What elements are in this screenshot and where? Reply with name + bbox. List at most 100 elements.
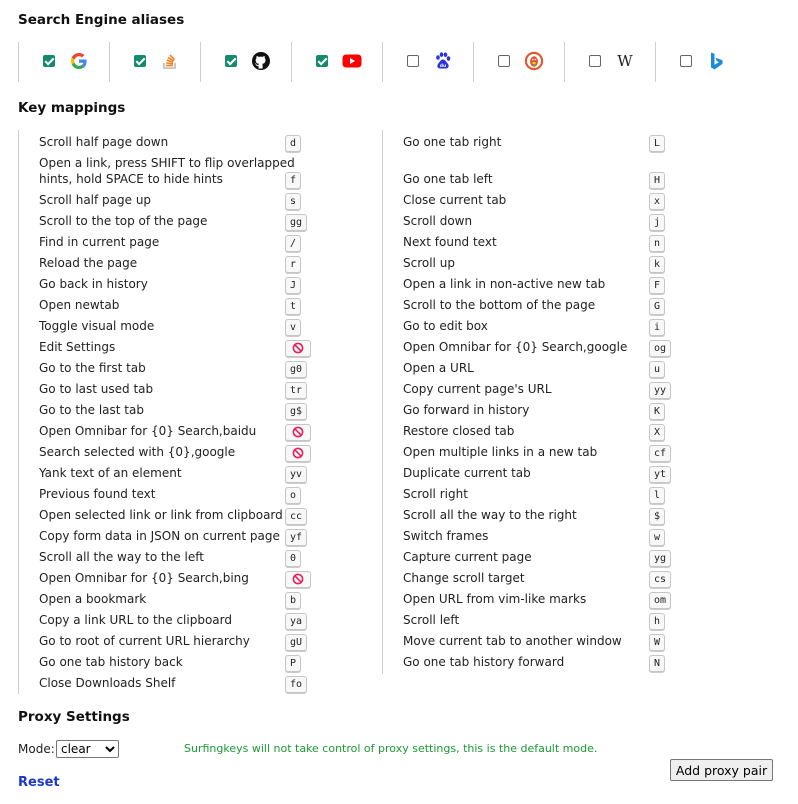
key-mapping-key[interactable]: N — [649, 655, 666, 672]
key-mapping-key[interactable]: s — [285, 193, 302, 210]
key-mapping-key[interactable]: f — [285, 172, 302, 189]
key-mapping-key[interactable]: H — [649, 172, 666, 189]
search-engine-stackoverflow-checkbox[interactable] — [134, 55, 146, 67]
unmapped-key-ban-icon[interactable] — [285, 340, 311, 357]
key-mapping-key[interactable]: l — [649, 487, 666, 504]
key-mapping-row: Go forward in history K — [383, 402, 683, 423]
key-mapping-key[interactable]: fo — [285, 676, 308, 693]
key-mapping-key[interactable]: F — [649, 277, 666, 294]
search-engine-duckduckgo — [473, 42, 564, 82]
key-mapping-row: Find in current page / — [19, 234, 309, 255]
key-mapping-key[interactable]: / — [285, 235, 302, 252]
key-mapping-key[interactable]: w — [649, 529, 666, 546]
key-mapping-key[interactable]: J — [285, 277, 302, 294]
search-engine-baidu-checkbox[interactable] — [407, 55, 419, 67]
search-engine-bing-checkbox[interactable] — [680, 55, 692, 67]
key-mapping-label: Open newtab — [39, 298, 120, 312]
key-mapping-label: Switch frames — [403, 529, 489, 543]
key-mapping-key[interactable]: v — [285, 319, 302, 336]
key-mapping-label: Open multiple links in a new tab — [403, 445, 598, 459]
key-mapping-key[interactable]: j — [649, 214, 666, 231]
key-mapping-label: Previous found text — [39, 487, 156, 501]
key-mapping-key[interactable]: G — [649, 298, 666, 315]
key-mapping-key[interactable]: om — [649, 592, 672, 609]
key-mapping-key[interactable]: yv — [285, 466, 308, 483]
key-mapping-key[interactable]: yt — [649, 466, 672, 483]
key-mapping-row: Scroll left h — [383, 612, 683, 633]
key-mapping-key[interactable]: ya — [285, 613, 308, 630]
key-mapping-row: Search selected with {0},google — [19, 444, 311, 465]
key-mapping-key[interactable]: tr — [285, 382, 308, 399]
key-mapping-label: Go back in history — [39, 277, 148, 291]
key-mapping-label: Copy a link URL to the clipboard — [39, 613, 232, 627]
key-mapping-label: Scroll all the way to the right — [403, 508, 577, 522]
key-mapping-key[interactable]: gU — [285, 634, 308, 651]
key-mapping-row: Open multiple links in a new tab cf — [383, 444, 683, 465]
reset-link[interactable]: Reset — [18, 775, 60, 790]
key-mapping-key[interactable]: K — [649, 403, 666, 420]
key-mapping-label: Close Downloads Shelf — [39, 676, 176, 690]
key-mapping-key[interactable]: cs — [649, 571, 672, 588]
key-mapping-row: Close current tab x — [383, 192, 683, 213]
unmapped-key-ban-icon[interactable] — [285, 571, 311, 588]
key-mapping-key[interactable]: yg — [649, 550, 672, 567]
key-mapping-label: Open Omnibar for {0} Search,google — [403, 340, 628, 354]
add-proxy-pair-button[interactable]: Add proxy pair — [670, 759, 773, 781]
key-mapping-key[interactable]: yf — [285, 529, 308, 546]
key-mapping-key[interactable]: x — [649, 193, 666, 210]
key-mapping-label: Copy current page's URL — [403, 382, 552, 396]
key-mapping-label: Scroll left — [403, 613, 460, 627]
key-mapping-key[interactable]: og — [649, 340, 672, 357]
duckduckgo-icon — [524, 51, 544, 71]
search-engine-github-checkbox[interactable] — [225, 55, 237, 67]
key-mapping-row: Duplicate current tab yt — [383, 465, 683, 486]
key-mapping-row: Previous found text o — [19, 486, 309, 507]
key-mapping-key[interactable]: cc — [285, 508, 308, 525]
key-mapping-label: Move current tab to another window — [403, 634, 622, 648]
search-engine-google-checkbox[interactable] — [43, 55, 55, 67]
key-mapping-key[interactable]: u — [649, 361, 666, 378]
key-mapping-key[interactable]: L — [649, 135, 666, 152]
search-engine-wikipedia-checkbox[interactable] — [589, 55, 601, 67]
key-mapping-key[interactable]: n — [649, 235, 666, 252]
key-mapping-label: Go one tab left — [403, 172, 493, 186]
key-mapping-row: Scroll all the way to the left 0 — [19, 549, 309, 570]
search-engine-youtube-checkbox[interactable] — [316, 55, 328, 67]
key-mapping-key[interactable]: i — [649, 319, 666, 336]
key-mapping-key[interactable]: $ — [649, 508, 666, 525]
key-mapping-label: Open a URL — [403, 361, 474, 375]
key-mapping-key[interactable]: d — [285, 135, 302, 152]
key-mapping-label: Go one tab history back — [39, 655, 183, 669]
key-mapping-row: Go one tab right L — [383, 134, 683, 155]
key-mapping-key[interactable]: t — [285, 298, 302, 315]
key-mapping-row: Scroll all the way to the right $ — [383, 507, 683, 528]
key-mapping-row: Go to root of current URL hierarchy gU — [19, 633, 309, 654]
key-mapping-key[interactable]: h — [649, 613, 666, 630]
key-mapping-key[interactable]: X — [649, 424, 666, 441]
key-mapping-key[interactable]: g0 — [285, 361, 308, 378]
search-engine-github — [200, 42, 291, 82]
search-engine-duckduckgo-checkbox[interactable] — [498, 55, 510, 67]
key-mapping-key[interactable]: k — [649, 256, 666, 273]
key-mapping-key[interactable]: g$ — [285, 403, 308, 420]
key-mapping-label: Search selected with {0},google — [39, 445, 236, 459]
key-mapping-row: Capture current page yg — [383, 549, 683, 570]
key-mapping-label: Scroll all the way to the left — [39, 550, 204, 564]
key-mapping-key[interactable]: 0 — [285, 550, 302, 567]
unmapped-key-ban-icon[interactable] — [285, 445, 311, 462]
key-mapping-key[interactable]: yy — [649, 382, 672, 399]
unmapped-key-ban-icon[interactable] — [285, 424, 311, 441]
key-mapping-key[interactable]: W — [649, 634, 666, 651]
key-mapping-key[interactable]: b — [285, 592, 302, 609]
key-mapping-key[interactable]: o — [285, 487, 302, 504]
key-mapping-key[interactable]: gg — [285, 214, 308, 231]
key-mapping-key[interactable]: cf — [649, 445, 672, 462]
key-mapping-key[interactable]: P — [285, 655, 302, 672]
svg-text:W: W — [617, 52, 633, 70]
key-mapping-key[interactable]: r — [285, 256, 302, 273]
key-mapping-label-continued: hints, hold SPACE to hide hints — [39, 172, 223, 186]
key-mapping-label: Yank text of an element — [39, 466, 182, 480]
key-mapping-label: Scroll half page down — [39, 135, 169, 149]
proxy-mode-select[interactable]: clear — [56, 740, 119, 758]
search-engine-wikipedia: W — [564, 42, 655, 82]
